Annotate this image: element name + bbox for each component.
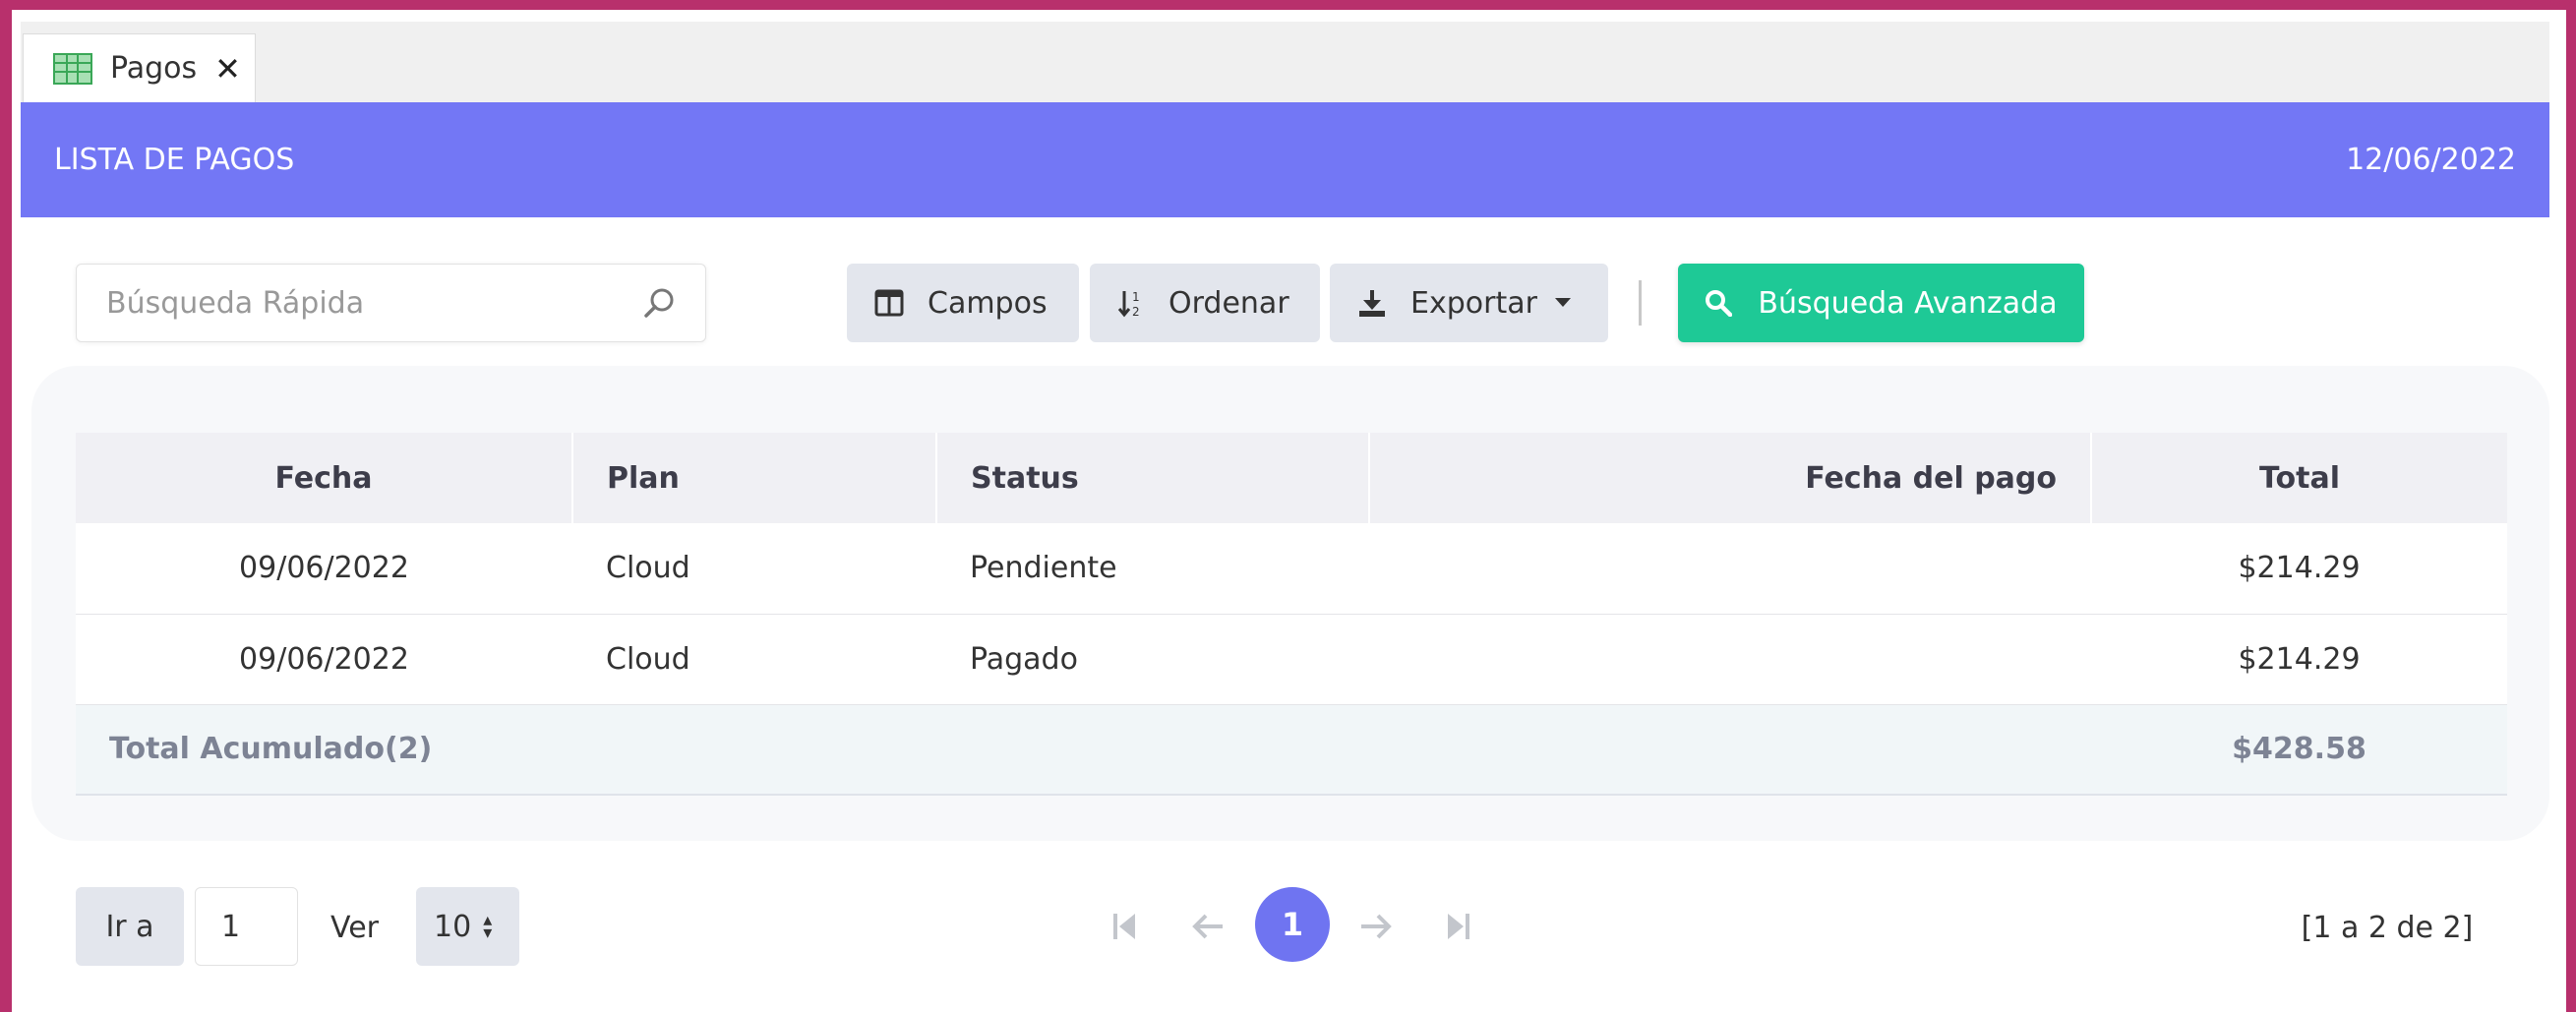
goto-page-input[interactable] <box>195 887 298 966</box>
toolbar-divider <box>1639 280 1642 326</box>
tab-strip: Pagos ✕ <box>21 22 2549 102</box>
sort-icon: 12 <box>1117 290 1140 318</box>
page-size-select[interactable]: 10 ▴ ▾ <box>416 887 519 966</box>
column-header-fecha[interactable]: Fecha <box>76 433 573 523</box>
svg-text:2: 2 <box>1132 305 1140 318</box>
table-total-row: Total Acumulado(2) $428.58 <box>76 704 2507 796</box>
advanced-search-button[interactable]: Búsqueda Avanzada <box>1678 264 2084 342</box>
export-label: Exportar <box>1410 285 1537 321</box>
arrow-right-icon <box>1361 914 1392 939</box>
download-icon <box>1359 290 1385 317</box>
cell-fecha-pago <box>1369 523 2091 615</box>
cell-total: $214.29 <box>2091 523 2507 615</box>
search-icon <box>1706 290 1733 317</box>
page-title: LISTA DE PAGOS <box>54 143 295 177</box>
cell-fecha: 09/06/2022 <box>76 523 572 615</box>
search-icon[interactable] <box>642 286 676 320</box>
tab-pagos[interactable]: Pagos ✕ <box>23 33 256 102</box>
column-header-fecha-pago[interactable]: Fecha del pago <box>1369 433 2092 523</box>
next-page-button[interactable] <box>1349 900 1403 953</box>
cell-status: Pagado <box>936 614 1369 705</box>
record-range: [1 a 2 de 2] <box>2285 903 2489 952</box>
column-header-plan[interactable]: Plan <box>572 433 937 523</box>
quick-search <box>76 264 706 342</box>
sort-button[interactable]: 12 Ordenar <box>1090 264 1320 342</box>
column-header-total[interactable]: Total <box>2091 433 2507 523</box>
cell-status: Pendiente <box>936 523 1369 615</box>
spreadsheet-icon <box>53 52 92 85</box>
fields-button[interactable]: Campos <box>847 264 1079 342</box>
columns-icon <box>874 289 904 317</box>
last-page-icon <box>1448 914 1469 939</box>
header-date: 12/06/2022 <box>2346 143 2516 177</box>
tab-label: Pagos <box>110 51 198 86</box>
advanced-search-label: Búsqueda Avanzada <box>1758 285 2058 321</box>
close-icon[interactable]: ✕ <box>214 50 241 88</box>
search-input[interactable] <box>106 285 642 321</box>
cell-plan: Cloud <box>572 523 936 615</box>
payments-table: Fecha Plan Status Fecha del pago Total 0… <box>76 433 2507 796</box>
view-label: Ver <box>308 905 401 950</box>
table-row[interactable]: 09/06/2022 Cloud Pendiente $214.29 <box>76 523 2507 615</box>
cell-fecha: 09/06/2022 <box>76 614 572 705</box>
column-header-status[interactable]: Status <box>936 433 1370 523</box>
caret-down-icon <box>1554 298 1571 307</box>
cell-plan: Cloud <box>572 614 936 705</box>
fields-label: Campos <box>928 285 1048 321</box>
previous-page-button[interactable] <box>1181 900 1234 953</box>
cell-fecha-pago <box>1369 614 2091 705</box>
last-page-button[interactable] <box>1432 900 1485 953</box>
sort-label: Ordenar <box>1168 285 1289 321</box>
cell-total: $214.29 <box>2091 614 2507 705</box>
current-page[interactable]: 1 <box>1255 887 1330 962</box>
total-value: $428.58 <box>2091 704 2507 796</box>
page-header: LISTA DE PAGOS 12/06/2022 <box>21 102 2549 217</box>
svg-text:1: 1 <box>1132 290 1140 304</box>
page-size-value: 10 <box>434 909 472 944</box>
table-row[interactable]: 09/06/2022 Cloud Pagado $214.29 <box>76 614 2507 705</box>
first-page-icon <box>1113 914 1135 939</box>
export-button[interactable]: Exportar <box>1330 264 1608 342</box>
first-page-button[interactable] <box>1098 900 1151 953</box>
arrow-left-icon <box>1192 914 1223 939</box>
stepper-arrows-icon: ▴ ▾ <box>483 910 493 943</box>
total-label: Total Acumulado(2) <box>76 704 2091 796</box>
table-header-row: Fecha Plan Status Fecha del pago Total <box>76 433 2507 523</box>
goto-page-button[interactable]: Ir a <box>76 887 184 966</box>
